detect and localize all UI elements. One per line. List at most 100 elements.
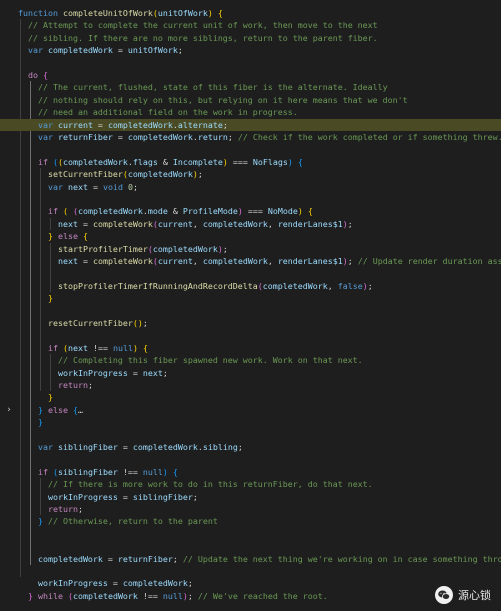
code-line[interactable]: do { — [0, 69, 501, 81]
code-token: !== — [117, 466, 143, 477]
code-token: // need an additional field on the work … — [37, 107, 298, 118]
code-line[interactable]: // need an additional field on the work … — [0, 106, 501, 118]
code-line[interactable] — [0, 193, 501, 205]
code-line[interactable]: function completeUnitOfWork(unitOfWork) … — [0, 7, 501, 19]
fold-collapsed-icon[interactable]: › — [4, 404, 14, 416]
code-token: ; — [77, 504, 83, 514]
fold-expanded-icon[interactable] — [4, 342, 14, 354]
code-line[interactable] — [0, 565, 501, 577]
code-line[interactable]: › } else {… — [0, 404, 501, 416]
code-text: } while (completedWork !== null); // We'… — [18, 590, 328, 602]
code-line[interactable]: } — [0, 416, 501, 428]
code-line[interactable]: setCurrentFiber(completedWork); — [0, 168, 501, 180]
fold-expanded-icon[interactable] — [4, 156, 14, 168]
code-line[interactable]: next = completeWork(current, completedWo… — [0, 218, 501, 230]
code-line[interactable]: return; — [0, 379, 501, 391]
code-token: , — [192, 218, 203, 229]
fold-expanded-icon[interactable] — [4, 466, 14, 478]
code-token: ; — [197, 169, 203, 180]
code-token: alternate — [177, 119, 223, 130]
code-line[interactable]: workInProgress = completedWork; — [0, 577, 501, 589]
code-line[interactable]: // Attempt to complete the current unit … — [0, 19, 501, 31]
code-line[interactable]: // nothing should rely on this, but rely… — [0, 94, 501, 106]
code-token: function — [18, 8, 63, 18]
code-line[interactable]: } else { — [0, 230, 501, 242]
code-line[interactable]: return; — [0, 503, 501, 515]
code-token: completedWork — [77, 206, 143, 217]
code-text: completedWork = returnFiber; // Update t… — [18, 553, 501, 565]
code-line[interactable]: resetCurrentFiber(); — [0, 317, 501, 329]
code-line[interactable]: } while (completedWork !== null); // We'… — [0, 590, 501, 602]
code-line[interactable] — [0, 453, 501, 465]
code-token: returnFiber — [57, 132, 113, 142]
code-line[interactable]: // The current, flushed, state of this f… — [0, 81, 501, 93]
code-token: ; — [132, 181, 138, 192]
code-line[interactable]: if ((completedWork.flags & Incomplete) =… — [0, 156, 501, 168]
code-line[interactable] — [0, 329, 501, 341]
code-token: completedWork — [72, 590, 138, 601]
code-line[interactable]: var completedWork = unitOfWork; — [0, 44, 501, 56]
code-token: // Update render duration assuming it di… — [357, 256, 501, 266]
code-line[interactable]: stopProfilerTimerIfRunningAndRecordDelta… — [0, 280, 501, 292]
code-line[interactable] — [0, 429, 501, 441]
code-line[interactable] — [0, 143, 501, 155]
code-line[interactable]: if (siblingFiber !== null) { — [0, 466, 501, 478]
code-token: if — [37, 466, 53, 477]
code-token: Incomplete — [172, 156, 223, 167]
code-line[interactable]: var siblingFiber = completedWork.sibling… — [0, 441, 501, 453]
code-token: next — [57, 218, 78, 229]
code-token: , — [327, 280, 338, 291]
code-line[interactable]: // sibling. If there are no more sibling… — [0, 32, 501, 44]
code-token: var — [47, 181, 68, 192]
code-line[interactable]: var returnFiber = completedWork.return; … — [0, 131, 501, 143]
code-token: ProfileMode — [182, 206, 238, 217]
code-line[interactable]: workInProgress = siblingFiber; — [0, 491, 501, 503]
code-token: next — [57, 256, 78, 266]
code-token: mode — [147, 206, 168, 217]
fold-expanded-icon[interactable] — [4, 69, 14, 81]
code-line[interactable]: next = completeWork(current, completedWo… — [0, 255, 501, 267]
code-token: siblingFiber — [57, 466, 118, 477]
code-token: } — [47, 392, 53, 403]
fold-expanded-icon[interactable] — [4, 230, 14, 242]
code-line[interactable] — [0, 540, 501, 552]
code-token: completedWork — [132, 442, 198, 452]
code-line[interactable] — [0, 267, 501, 279]
code-line[interactable] — [0, 305, 501, 317]
code-token: ; — [347, 256, 358, 266]
code-text: // sibling. If there are no more sibling… — [18, 32, 378, 44]
code-line[interactable]: if ( (completedWork.mode & ProfileMode) … — [0, 205, 501, 217]
code-line[interactable]: // Completing this fiber spawned new wor… — [0, 354, 501, 366]
code-line[interactable]: // If there is more work to do in this r… — [0, 478, 501, 490]
fold-expanded-icon[interactable] — [4, 7, 14, 19]
code-line[interactable]: completedWork = returnFiber; // Update t… — [0, 553, 501, 565]
code-token: current — [157, 218, 193, 229]
code-text: var completedWork = unitOfWork; — [18, 44, 183, 56]
code-line[interactable] — [0, 528, 501, 540]
code-token: while — [38, 590, 68, 601]
code-line[interactable]: } — [0, 391, 501, 403]
code-line[interactable]: workInProgress = next; — [0, 367, 501, 379]
code-token: sibling — [202, 442, 238, 452]
code-line[interactable]: startProfilerTimer(completedWork); — [0, 243, 501, 255]
code-line-highlighted[interactable]: var current = completedWork.alternate; — [0, 118, 501, 131]
code-line[interactable]: if (next !== null) { — [0, 342, 501, 354]
code-line[interactable] — [0, 57, 501, 69]
code-line[interactable]: var next = void 0; — [0, 181, 501, 193]
code-editor[interactable]: function completeUnitOfWork(unitOfWork) … — [0, 0, 501, 611]
code-text: if (siblingFiber !== null) { — [18, 466, 178, 478]
code-token: workInProgress — [47, 491, 118, 502]
fold-expanded-icon[interactable] — [4, 205, 14, 217]
code-token: } — [47, 293, 53, 304]
code-token: completedWork — [122, 578, 188, 589]
code-token: if — [47, 342, 63, 353]
code-token: { — [82, 231, 88, 242]
code-line[interactable]: } // Otherwise, return to the parent — [0, 515, 501, 527]
code-line[interactable]: } — [0, 292, 501, 304]
